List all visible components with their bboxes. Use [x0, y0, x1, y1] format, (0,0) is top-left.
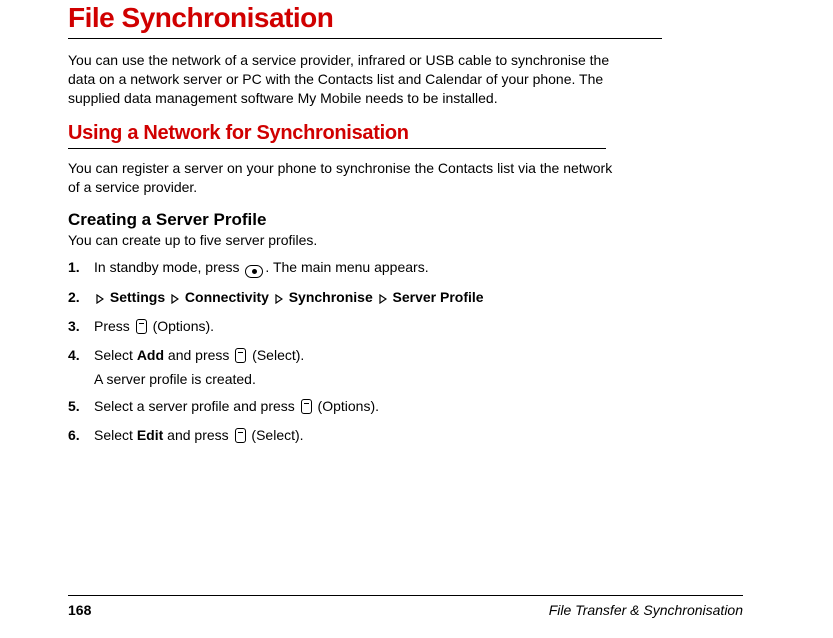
step-text: and press: [164, 347, 233, 363]
step-text: Select a server profile and press: [94, 398, 299, 414]
page-title: File Synchronisation: [68, 0, 743, 34]
nav-settings: Settings: [110, 289, 165, 305]
softkey-icon: [235, 348, 246, 363]
section-rule: [68, 148, 606, 149]
nav-server-profile: Server Profile: [393, 289, 484, 305]
subsection-title: Creating a Server Profile: [68, 210, 743, 230]
page-number: 168: [68, 602, 91, 618]
step-3: 3. Press (Options).: [68, 317, 743, 336]
section-title: Using a Network for Synchronisation: [68, 122, 743, 145]
subsection-intro: You can create up to five server profile…: [68, 232, 743, 248]
center-key-icon: [245, 265, 263, 278]
nav-synchronise: Synchronise: [289, 289, 373, 305]
step-4: 4. Select Add and press (Select).: [68, 346, 743, 365]
arrow-icon: [275, 294, 283, 304]
steps-list-cont: 5. Select a server profile and press (Op…: [68, 397, 743, 445]
step-1: 1. In standby mode, press . The main men…: [68, 258, 743, 278]
section-intro: You can register a server on your phone …: [68, 159, 624, 197]
page-footer: 168 File Transfer & Synchronisation: [68, 595, 743, 618]
nav-connectivity: Connectivity: [185, 289, 269, 305]
intro-paragraph: You can use the network of a service pro…: [68, 51, 624, 108]
steps-list: 1. In standby mode, press . The main men…: [68, 258, 743, 365]
step-text: (Select).: [248, 347, 304, 363]
step-4-note: A server profile is created.: [68, 371, 743, 387]
step-text: . The main menu appears.: [265, 259, 428, 275]
step-2: 2. Settings Connectivity Synchronise Ser…: [68, 288, 743, 307]
softkey-icon: [235, 428, 246, 443]
step-text: (Select).: [248, 427, 304, 443]
footer-section: File Transfer & Synchronisation: [549, 602, 743, 618]
softkey-icon: [301, 399, 312, 414]
step-text: and press: [163, 427, 232, 443]
label-edit: Edit: [137, 427, 163, 443]
softkey-icon: [136, 319, 147, 334]
step-text: In standby mode, press: [94, 259, 243, 275]
step-6: 6. Select Edit and press (Select).: [68, 426, 743, 445]
step-text: Select: [94, 347, 137, 363]
step-text: (Options).: [314, 398, 379, 414]
step-text: Press: [94, 318, 134, 334]
step-5: 5. Select a server profile and press (Op…: [68, 397, 743, 416]
arrow-icon: [379, 294, 387, 304]
step-text: (Options).: [149, 318, 214, 334]
arrow-icon: [171, 294, 179, 304]
arrow-icon: [96, 294, 104, 304]
label-add: Add: [137, 347, 164, 363]
step-text: Select: [94, 427, 137, 443]
title-rule: [68, 38, 662, 39]
